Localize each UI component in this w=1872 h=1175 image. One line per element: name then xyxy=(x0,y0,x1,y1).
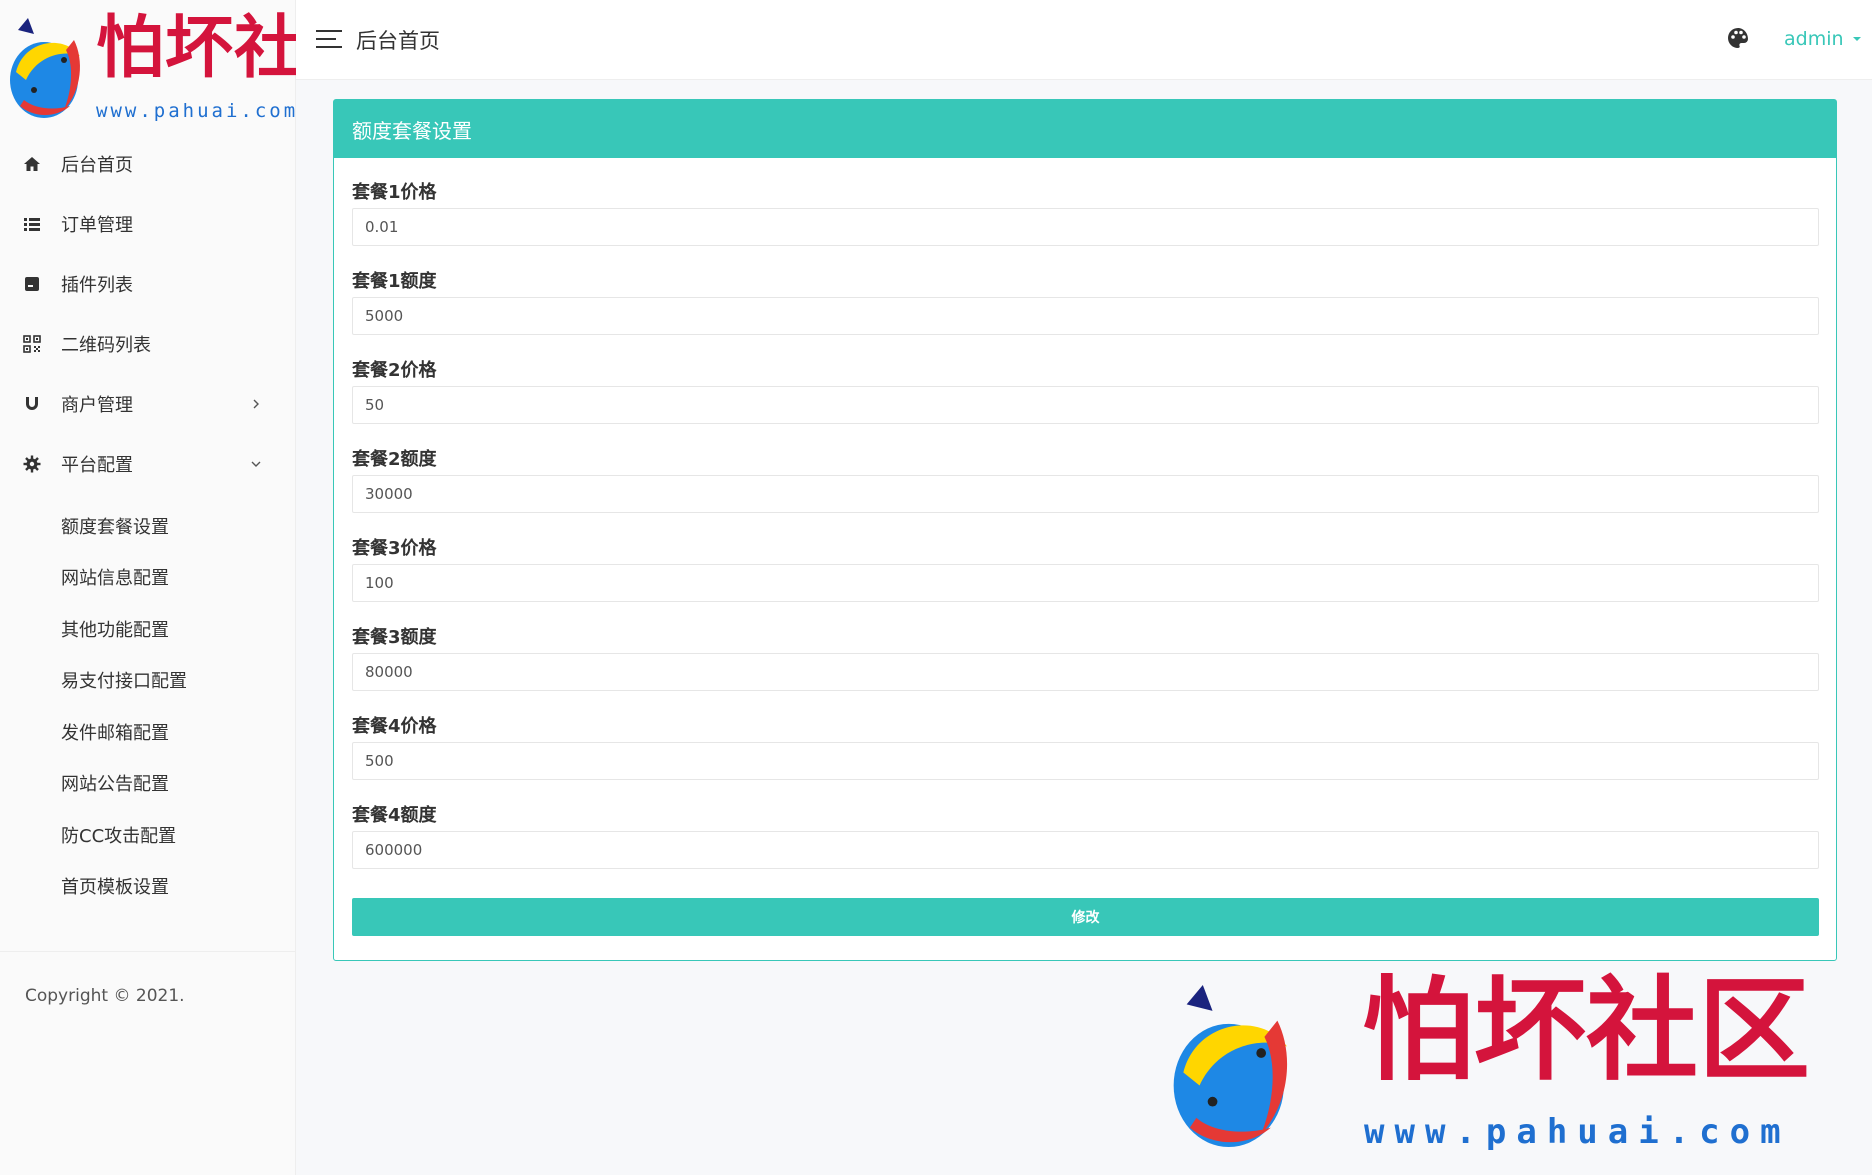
sidebar-subitem-quota-packages[interactable]: 额度套餐设置 xyxy=(0,500,296,552)
package4-price-input[interactable] xyxy=(352,742,1819,780)
sidebar-subitem-label: 额度套餐设置 xyxy=(61,516,169,538)
watermark-brand-name: 怕坏社区 xyxy=(1362,965,1810,1096)
field-label: 套餐2额度 xyxy=(352,449,437,470)
qrcode-icon xyxy=(22,334,42,354)
platform-config-submenu: 额度套餐设置 网站信息配置 其他功能配置 易支付接口配置 发件邮箱配置 网站公告… xyxy=(0,494,296,912)
sidebar-subitem-site-notice[interactable]: 网站公告配置 xyxy=(0,758,296,810)
topbar: 后台首页 admin xyxy=(296,0,1872,80)
package3-price-input[interactable] xyxy=(352,564,1819,602)
submit-button[interactable]: 修改 xyxy=(352,898,1819,936)
sidebar-subitem-label: 网站信息配置 xyxy=(61,568,169,590)
sidebar-item-label: 二维码列表 xyxy=(61,335,151,356)
sidebar-subitem-home-template[interactable]: 首页模板设置 xyxy=(0,861,296,913)
page-title: 后台首页 xyxy=(356,29,440,53)
sidebar-subitem-label: 首页模板设置 xyxy=(61,877,169,899)
package4-quota-input[interactable] xyxy=(352,831,1819,869)
brand-logo[interactable]: 怕坏社区 www.pahuai.com xyxy=(0,0,371,130)
submit-button-label: 修改 xyxy=(1071,909,1100,925)
watermark-brand-url: www.pahuai.com xyxy=(1364,1112,1791,1152)
card-header: 额度套餐设置 xyxy=(334,100,1836,158)
sidebar-item-label: 后台首页 xyxy=(61,155,133,176)
field-label: 套餐3价格 xyxy=(352,538,437,559)
user-menu[interactable]: admin xyxy=(1784,24,1862,54)
package1-price-input[interactable] xyxy=(352,208,1819,246)
sidebar-divider xyxy=(0,951,296,952)
fish-logo-icon xyxy=(1173,984,1288,1148)
sidebar-nav: 后台首页 订单管理 插件列表 二维码列表 商户管理 平台配置 额度套餐设置 网站… xyxy=(0,134,296,912)
sidebar-subitem-other-features[interactable]: 其他功能配置 xyxy=(0,603,296,655)
user-name: admin xyxy=(1784,28,1844,50)
magnet-icon xyxy=(22,394,42,414)
package1-quota-input[interactable] xyxy=(352,297,1819,335)
form-field: 套餐1价格 xyxy=(352,178,1819,267)
field-label: 套餐1额度 xyxy=(352,271,437,292)
field-label: 套餐2价格 xyxy=(352,360,437,381)
form-field: 套餐4价格 xyxy=(352,712,1819,801)
package2-price-input[interactable] xyxy=(352,386,1819,424)
brand-url: www.pahuai.com xyxy=(96,100,299,122)
copyright-text: Copyright © 2021. xyxy=(25,986,185,1006)
sidebar-item-label: 平台配置 xyxy=(61,455,133,476)
caret-down-icon xyxy=(1852,37,1861,41)
sidebar-subitem-label: 易支付接口配置 xyxy=(61,671,187,693)
list-icon xyxy=(22,214,42,234)
form-field: 套餐1额度 xyxy=(352,267,1819,356)
sidebar-item-platform-config[interactable]: 平台配置 xyxy=(0,434,296,494)
brand-watermark: 怕坏社区 www.pahuai.com xyxy=(1130,966,1870,1165)
sidebar-item-merchants[interactable]: 商户管理 xyxy=(0,374,296,434)
chevron-down-icon xyxy=(251,461,261,467)
quota-settings-form: 套餐1价格 套餐1额度 套餐2价格 套餐2额度 套餐3价格 套餐3额度 套餐4价… xyxy=(334,158,1836,936)
field-label: 套餐1价格 xyxy=(352,182,437,203)
sidebar-subitem-label: 其他功能配置 xyxy=(61,619,169,641)
field-label: 套餐4额度 xyxy=(352,805,437,826)
sidebar: 怕坏社区 www.pahuai.com 后台首页 订单管理 插件列表 二维码列表… xyxy=(0,0,371,1175)
home-icon xyxy=(22,154,42,174)
sidebar-item-orders[interactable]: 订单管理 xyxy=(0,194,296,254)
sidebar-subitem-site-info[interactable]: 网站信息配置 xyxy=(0,552,296,604)
sidebar-subitem-mail-sender[interactable]: 发件邮箱配置 xyxy=(0,706,296,758)
form-field: 套餐3额度 xyxy=(352,623,1819,712)
gear-icon xyxy=(22,454,42,474)
sidebar-subitem-epay-api[interactable]: 易支付接口配置 xyxy=(0,655,296,707)
sidebar-subitem-anti-cc[interactable]: 防CC攻击配置 xyxy=(0,809,296,861)
plugin-icon xyxy=(22,274,42,294)
form-field: 套餐4额度 xyxy=(352,801,1819,890)
sidebar-item-home[interactable]: 后台首页 xyxy=(0,134,296,194)
sidebar-item-label: 商户管理 xyxy=(61,395,133,416)
card-title: 额度套餐设置 xyxy=(352,118,472,143)
sidebar-item-plugins[interactable]: 插件列表 xyxy=(0,254,296,314)
form-field: 套餐2额度 xyxy=(352,445,1819,534)
package2-quota-input[interactable] xyxy=(352,475,1819,513)
sidebar-item-label: 订单管理 xyxy=(61,215,133,236)
sidebar-subitem-label: 发件邮箱配置 xyxy=(61,722,169,744)
form-field: 套餐2价格 xyxy=(352,356,1819,445)
form-field: 套餐3价格 xyxy=(352,534,1819,623)
field-label: 套餐4价格 xyxy=(352,716,437,737)
field-label: 套餐3额度 xyxy=(352,627,437,648)
fish-logo-icon xyxy=(10,18,80,118)
palette-icon[interactable] xyxy=(1726,26,1750,50)
sidebar-subitem-label: 防CC攻击配置 xyxy=(61,825,177,847)
sidebar-item-label: 插件列表 xyxy=(61,275,133,296)
package3-quota-input[interactable] xyxy=(352,653,1819,691)
hamburger-icon[interactable] xyxy=(316,28,342,50)
quota-settings-card: 额度套餐设置 套餐1价格 套餐1额度 套餐2价格 套餐2额度 套餐3价格 套餐3… xyxy=(333,99,1837,961)
chevron-right-icon xyxy=(253,399,259,409)
sidebar-item-qrcodes[interactable]: 二维码列表 xyxy=(0,314,296,374)
sidebar-subitem-label: 网站公告配置 xyxy=(61,774,169,796)
